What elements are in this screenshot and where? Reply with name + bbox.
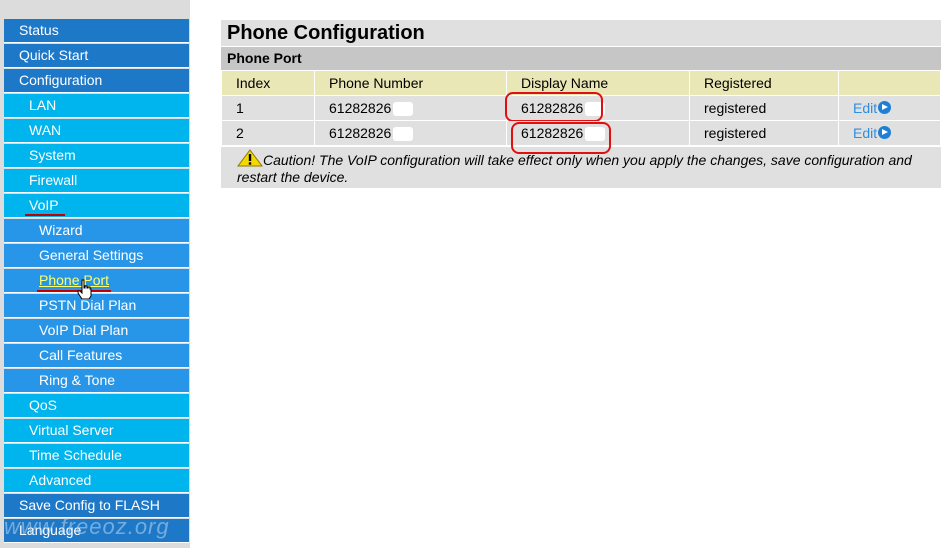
nav-label: PSTN Dial Plan bbox=[39, 297, 137, 313]
display-name-text: 61282826 bbox=[521, 124, 584, 141]
nav-label: QoS bbox=[29, 397, 58, 413]
nav-label: LAN bbox=[29, 97, 57, 113]
hand-cursor-icon bbox=[77, 279, 92, 299]
redaction-mark bbox=[585, 102, 606, 117]
nav-label: Time Schedule bbox=[29, 447, 122, 463]
nav-pstn-dial-plan[interactable]: PSTN Dial Plan bbox=[4, 294, 189, 318]
cell-action: Edit bbox=[838, 95, 941, 121]
nav-label: Advanced bbox=[29, 472, 92, 488]
arrow-right-circle-icon bbox=[878, 126, 892, 139]
nav-label: Status bbox=[19, 22, 59, 38]
cell-display-name: 61282826 bbox=[506, 120, 690, 154]
nav-time-schedule[interactable]: Time Schedule bbox=[4, 444, 189, 468]
edit-link[interactable]: Edit bbox=[853, 100, 892, 116]
nav-label: Phone Port bbox=[39, 272, 110, 288]
nav-wan[interactable]: WAN bbox=[4, 119, 189, 143]
nav-label: WAN bbox=[29, 122, 62, 138]
nav-save-config[interactable]: Save Config to FLASH bbox=[4, 494, 189, 518]
nav-voip-dial-plan[interactable]: VoIP Dial Plan bbox=[4, 319, 189, 343]
table-header-row: Index Phone Number Display Name Register… bbox=[221, 70, 941, 96]
sidebar-nav: Status Quick Start Configuration LAN WAN… bbox=[0, 0, 190, 548]
main-content: Phone Configuration Phone Port Index Pho… bbox=[221, 20, 941, 188]
section-header: Phone Port bbox=[221, 47, 941, 70]
phone-number-text: 61282826 bbox=[329, 99, 392, 116]
nav-label: VoIP bbox=[29, 197, 59, 213]
col-action bbox=[838, 70, 941, 96]
cell-registered: registered bbox=[689, 120, 839, 146]
edit-label: Edit bbox=[853, 100, 878, 116]
redaction-mark bbox=[393, 102, 414, 117]
nav-label: VoIP Dial Plan bbox=[39, 322, 129, 338]
cell-phone-number: 61282826 bbox=[314, 120, 507, 146]
arrow-right-circle-icon bbox=[878, 101, 892, 114]
nav-label: Virtual Server bbox=[29, 422, 114, 438]
nav-ring-tone[interactable]: Ring & Tone bbox=[4, 369, 189, 393]
phone-number-text: 61282826 bbox=[329, 124, 392, 141]
nav-quick-start[interactable]: Quick Start bbox=[4, 44, 189, 68]
col-registered: Registered bbox=[689, 70, 839, 96]
col-index: Index bbox=[221, 70, 315, 96]
nav-language[interactable]: Language bbox=[4, 519, 189, 543]
col-display-name: Display Name bbox=[506, 70, 690, 96]
edit-link[interactable]: Edit bbox=[853, 125, 892, 141]
edit-label: Edit bbox=[853, 125, 878, 141]
nav-status[interactable]: Status bbox=[4, 19, 189, 43]
nav-configuration[interactable]: Configuration bbox=[4, 69, 189, 93]
page-title: Phone Configuration bbox=[221, 20, 941, 46]
nav-label: Call Features bbox=[39, 347, 123, 363]
cell-registered: registered bbox=[689, 95, 839, 121]
caution-text: Caution! The VoIP configuration will tak… bbox=[237, 152, 912, 185]
nav-label: Wizard bbox=[39, 222, 83, 238]
nav-call-features[interactable]: Call Features bbox=[4, 344, 189, 368]
nav-lan[interactable]: LAN bbox=[4, 94, 189, 118]
col-phone-number: Phone Number bbox=[314, 70, 507, 96]
nav-general-settings[interactable]: General Settings bbox=[4, 244, 189, 268]
phone-port-table: Index Phone Number Display Name Register… bbox=[221, 70, 941, 154]
nav-label: General Settings bbox=[39, 247, 144, 263]
table-row: 2 61282826 61282826 registered Edit bbox=[221, 120, 941, 154]
cell-display-name: 61282826 bbox=[505, 92, 690, 122]
nav-wizard[interactable]: Wizard bbox=[4, 219, 189, 243]
nav-label: Save Config to FLASH bbox=[19, 497, 160, 513]
nav-label: Quick Start bbox=[19, 47, 89, 63]
nav-virtual-server[interactable]: Virtual Server bbox=[4, 419, 189, 443]
redaction-mark bbox=[585, 127, 606, 142]
nav-phone-port[interactable]: Phone Port bbox=[4, 269, 189, 293]
caution-note: Caution! The VoIP configuration will tak… bbox=[221, 146, 941, 188]
cell-phone-number: 61282826 bbox=[314, 95, 507, 121]
nav-qos[interactable]: QoS bbox=[4, 394, 189, 418]
nav-firewall[interactable]: Firewall bbox=[4, 169, 189, 193]
warning-icon bbox=[237, 149, 263, 167]
cell-action: Edit bbox=[838, 120, 941, 146]
nav-label: Ring & Tone bbox=[39, 372, 116, 388]
nav-system[interactable]: System bbox=[4, 144, 189, 168]
nav-label: System bbox=[29, 147, 76, 163]
nav-label: Configuration bbox=[19, 72, 103, 88]
redaction-mark bbox=[393, 127, 414, 142]
nav-label: Firewall bbox=[29, 172, 78, 188]
table-row: 1 61282826 61282826 registered Edit bbox=[221, 92, 941, 122]
nav-voip[interactable]: VoIP bbox=[4, 194, 189, 218]
nav-label: Language bbox=[19, 522, 82, 538]
display-name-text: 61282826 bbox=[521, 99, 584, 116]
nav-advanced[interactable]: Advanced bbox=[4, 469, 189, 493]
cell-index: 2 bbox=[221, 120, 315, 146]
cell-index: 1 bbox=[221, 95, 315, 121]
